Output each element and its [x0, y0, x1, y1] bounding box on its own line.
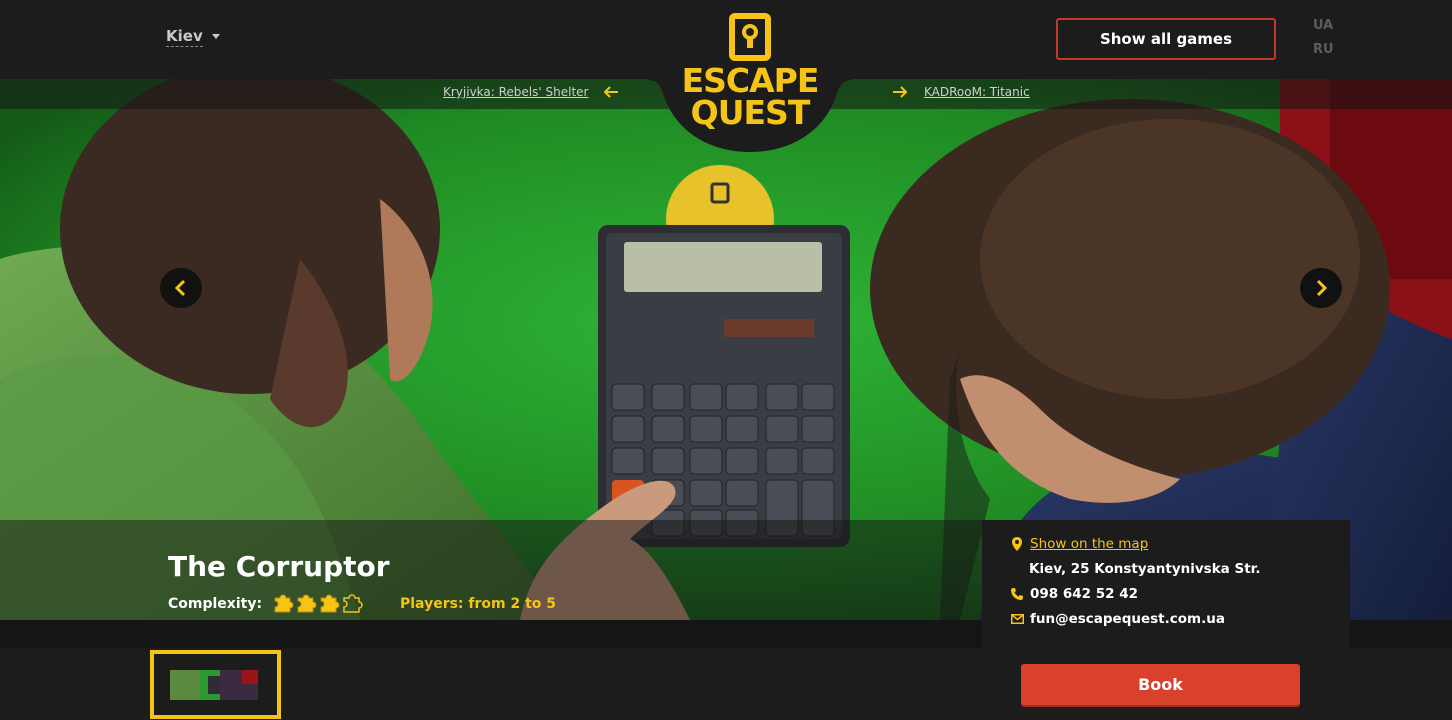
game-title: The Corruptor — [168, 550, 390, 583]
location-panel: Show on the map Kiev, 25 Konstyantynivsk… — [982, 520, 1350, 650]
puzzle-piece-icon — [343, 594, 363, 613]
map-pin-icon — [1010, 537, 1024, 551]
chevron-left-icon — [174, 279, 186, 297]
slider-prev-button[interactable] — [160, 268, 202, 308]
envelope-icon — [1010, 614, 1024, 624]
next-game-link[interactable]: KADRooM: Titanic — [924, 85, 1030, 99]
city-name: Kiev — [166, 27, 203, 47]
book-button[interactable]: Book — [1021, 664, 1300, 705]
complexity-label: Complexity: — [168, 596, 263, 612]
phone-icon — [1010, 588, 1024, 600]
city-selector[interactable]: Kiev — [166, 27, 220, 47]
arrow-right-icon[interactable] — [891, 83, 909, 101]
slider-next-button[interactable] — [1300, 268, 1342, 308]
address: Kiev, 25 Konstyantynivska Str. — [1029, 561, 1261, 577]
email-address[interactable]: fun@escapequest.com.ua — [1030, 611, 1225, 627]
email-row: fun@escapequest.com.ua — [1010, 611, 1225, 627]
logo-line-2: QUEST — [690, 93, 811, 132]
map-row: Show on the map — [1010, 536, 1148, 552]
players-info: Players: from 2 to 5 — [400, 596, 556, 612]
thumbnail-1[interactable] — [150, 650, 281, 719]
players-value: from 2 to 5 — [468, 596, 557, 612]
puzzle-piece-icon — [297, 594, 317, 613]
chevron-right-icon — [1316, 279, 1328, 297]
show-all-games-button[interactable]: Show all games — [1056, 18, 1276, 60]
chevron-down-icon — [211, 34, 220, 39]
logo[interactable]: ESCAPE QUEST — [648, 0, 852, 152]
language-ua[interactable]: UA — [1313, 18, 1333, 33]
language-ru[interactable]: RU — [1313, 42, 1334, 57]
complexity-rating — [272, 592, 363, 614]
players-label: Players: — [400, 596, 464, 612]
puzzle-piece-icon — [320, 594, 340, 613]
puzzle-piece-icon — [274, 594, 294, 613]
prev-game-link[interactable]: Kryjivka: Rebels' Shelter — [443, 85, 588, 99]
arrow-left-icon[interactable] — [602, 83, 620, 101]
phone-number[interactable]: 098 642 52 42 — [1030, 586, 1138, 602]
phone-row: 098 642 52 42 — [1010, 586, 1138, 602]
show-on-map-link[interactable]: Show on the map — [1030, 536, 1148, 552]
